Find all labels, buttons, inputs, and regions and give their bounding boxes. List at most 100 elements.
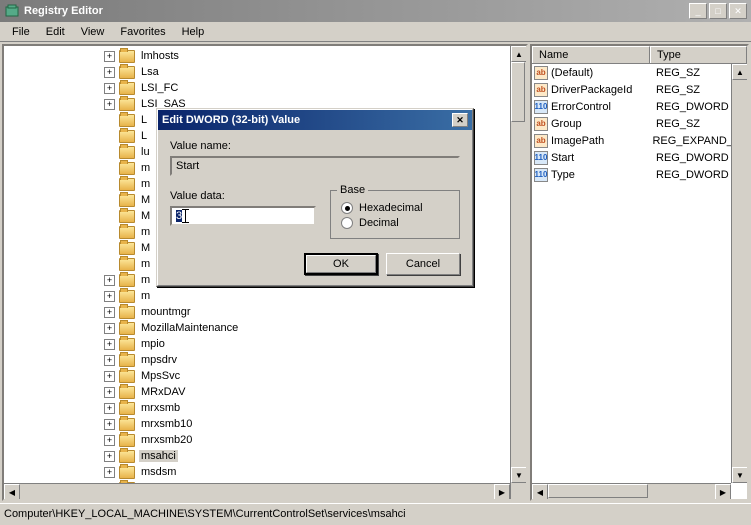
- dialog-close-button[interactable]: ✕: [452, 113, 468, 127]
- column-header-type[interactable]: Type: [650, 46, 747, 63]
- value-name-label: Value name:: [170, 140, 460, 152]
- radio-decimal[interactable]: [341, 217, 353, 229]
- scroll-right-button[interactable]: ▶: [715, 484, 731, 500]
- list-row[interactable]: abDriverPackageIdREG_SZ: [532, 81, 747, 98]
- scroll-left-button[interactable]: ◀: [4, 484, 20, 500]
- tree-item[interactable]: +msahci: [4, 448, 526, 464]
- menu-help[interactable]: Help: [174, 24, 213, 40]
- tree-item[interactable]: +mpio: [4, 336, 526, 352]
- tree-item[interactable]: +Lsa: [4, 64, 526, 80]
- list-hscroll[interactable]: ◀ ▶: [532, 483, 731, 499]
- expander-icon[interactable]: +: [104, 307, 115, 318]
- edit-dword-dialog: Edit DWORD (32-bit) Value ✕ Value name: …: [156, 108, 474, 287]
- list-header: Name Type: [532, 46, 747, 64]
- expander-icon[interactable]: +: [104, 83, 115, 94]
- folder-icon: [119, 466, 135, 479]
- minimize-button[interactable]: _: [689, 3, 707, 19]
- list-vscroll[interactable]: ▲ ▼: [731, 64, 747, 483]
- expander-icon[interactable]: +: [104, 51, 115, 62]
- expander-icon[interactable]: +: [104, 451, 115, 462]
- tree-item-label: m: [139, 226, 152, 238]
- string-value-icon: ab: [534, 66, 548, 80]
- scroll-up-button[interactable]: ▲: [511, 46, 527, 62]
- text-cursor-icon: [182, 209, 189, 223]
- scroll-left-button[interactable]: ◀: [532, 484, 548, 500]
- cancel-button[interactable]: Cancel: [386, 253, 460, 275]
- tree-item-label: L: [139, 130, 149, 142]
- expander-icon[interactable]: +: [104, 371, 115, 382]
- tree-item[interactable]: +MozillaMaintenance: [4, 320, 526, 336]
- scroll-right-button[interactable]: ▶: [494, 484, 510, 500]
- folder-icon: [119, 130, 135, 143]
- folder-icon: [119, 226, 135, 239]
- expander-icon[interactable]: +: [104, 99, 115, 110]
- tree-item[interactable]: +m: [4, 288, 526, 304]
- tree-item[interactable]: +LSI_FC: [4, 80, 526, 96]
- tree-vscroll[interactable]: ▲ ▼: [510, 46, 526, 499]
- value-name-input[interactable]: [170, 156, 460, 176]
- tree-item-label: mountmgr: [139, 306, 193, 318]
- value-data-input[interactable]: 3: [170, 206, 316, 226]
- ok-button[interactable]: OK: [304, 253, 378, 275]
- radio-hexadecimal[interactable]: [341, 202, 353, 214]
- expander-icon[interactable]: +: [104, 323, 115, 334]
- expander-icon[interactable]: +: [104, 419, 115, 430]
- expander-icon[interactable]: +: [104, 355, 115, 366]
- tree-item-label: MRxDAV: [139, 386, 187, 398]
- list-row[interactable]: 110ErrorControlREG_DWORD: [532, 98, 747, 115]
- window-titlebar: Registry Editor _ □ ✕: [0, 0, 751, 22]
- tree-item-label: mpsdrv: [139, 354, 179, 366]
- folder-icon: [119, 370, 135, 383]
- tree-item[interactable]: + mrxsmb20: [4, 432, 526, 448]
- tree-item-label: MpsSvc: [139, 370, 182, 382]
- menu-file[interactable]: File: [4, 24, 38, 40]
- tree-item[interactable]: + mountmgr: [4, 304, 526, 320]
- list-row[interactable]: 110StartREG_DWORD: [532, 149, 747, 166]
- tree-item-label: msdsm: [139, 466, 178, 478]
- expander-icon[interactable]: +: [104, 467, 115, 478]
- tree-item-label: L: [139, 114, 149, 126]
- list-row[interactable]: 110TypeREG_DWORD: [532, 166, 747, 183]
- window-title: Registry Editor: [24, 5, 689, 17]
- expander-icon[interactable]: +: [104, 339, 115, 350]
- maximize-button[interactable]: □: [709, 3, 727, 19]
- folder-icon: [119, 322, 135, 335]
- tree-item[interactable]: +mrxsmb: [4, 400, 526, 416]
- radio-dec-label[interactable]: Decimal: [359, 217, 399, 229]
- dialog-titlebar[interactable]: Edit DWORD (32-bit) Value ✕: [158, 110, 472, 130]
- list-row[interactable]: abImagePathREG_EXPAND_SZ: [532, 132, 747, 149]
- list-row[interactable]: ab(Default)REG_SZ: [532, 64, 747, 81]
- radio-hex-label[interactable]: Hexadecimal: [359, 202, 423, 214]
- expander-icon[interactable]: +: [104, 387, 115, 398]
- tree-hscroll[interactable]: ◀ ▶: [4, 483, 510, 499]
- scroll-down-button[interactable]: ▼: [511, 467, 527, 483]
- value-name: ErrorControl: [551, 101, 611, 113]
- menu-view[interactable]: View: [73, 24, 113, 40]
- menu-favorites[interactable]: Favorites: [112, 24, 173, 40]
- folder-icon: [119, 242, 135, 255]
- tree-item[interactable]: +mrxsmb10: [4, 416, 526, 432]
- folder-icon: [119, 258, 135, 271]
- tree-item[interactable]: + MRxDAV: [4, 384, 526, 400]
- expander-icon[interactable]: +: [104, 291, 115, 302]
- menu-edit[interactable]: Edit: [38, 24, 73, 40]
- status-path: Computer\HKEY_LOCAL_MACHINE\SYSTEM\Curre…: [4, 508, 406, 520]
- base-groupbox: Base Hexadecimal Decimal: [330, 190, 460, 239]
- scroll-down-button[interactable]: ▼: [732, 467, 748, 483]
- close-button[interactable]: ✕: [729, 3, 747, 19]
- value-name: Type: [551, 169, 575, 181]
- tree-item[interactable]: + msdsm: [4, 464, 526, 480]
- tree-item[interactable]: +lmhosts: [4, 48, 526, 64]
- expander-icon[interactable]: +: [104, 403, 115, 414]
- scroll-thumb[interactable]: [548, 484, 648, 498]
- tree-item[interactable]: + mpsdrv: [4, 352, 526, 368]
- column-header-name[interactable]: Name: [532, 46, 650, 63]
- list-row[interactable]: abGroupREG_SZ: [532, 115, 747, 132]
- scroll-thumb[interactable]: [511, 62, 525, 122]
- tree-item[interactable]: + MpsSvc: [4, 368, 526, 384]
- expander-icon[interactable]: +: [104, 435, 115, 446]
- tree-item-label: mrxsmb20: [139, 434, 194, 446]
- scroll-up-button[interactable]: ▲: [732, 64, 748, 80]
- expander-icon[interactable]: +: [104, 67, 115, 78]
- expander-icon[interactable]: +: [104, 275, 115, 286]
